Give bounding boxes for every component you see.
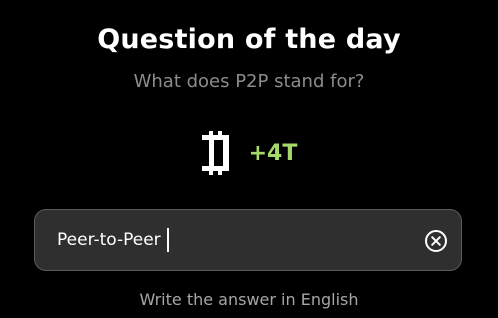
answer-hint: Write the answer in English [139,290,359,309]
reward-amount: +4T [248,140,298,166]
answer-input-value[interactable]: Peer-to-Peer [57,230,161,250]
reward-row: +4T [0,128,498,178]
question-text: What does P2P stand for? [133,71,365,92]
text-caret [166,228,169,252]
page-title: Question of the day [97,24,401,55]
answer-input[interactable]: Peer-to-Peer [34,209,462,271]
coin-icon [201,131,229,175]
clear-icon[interactable] [424,229,448,253]
